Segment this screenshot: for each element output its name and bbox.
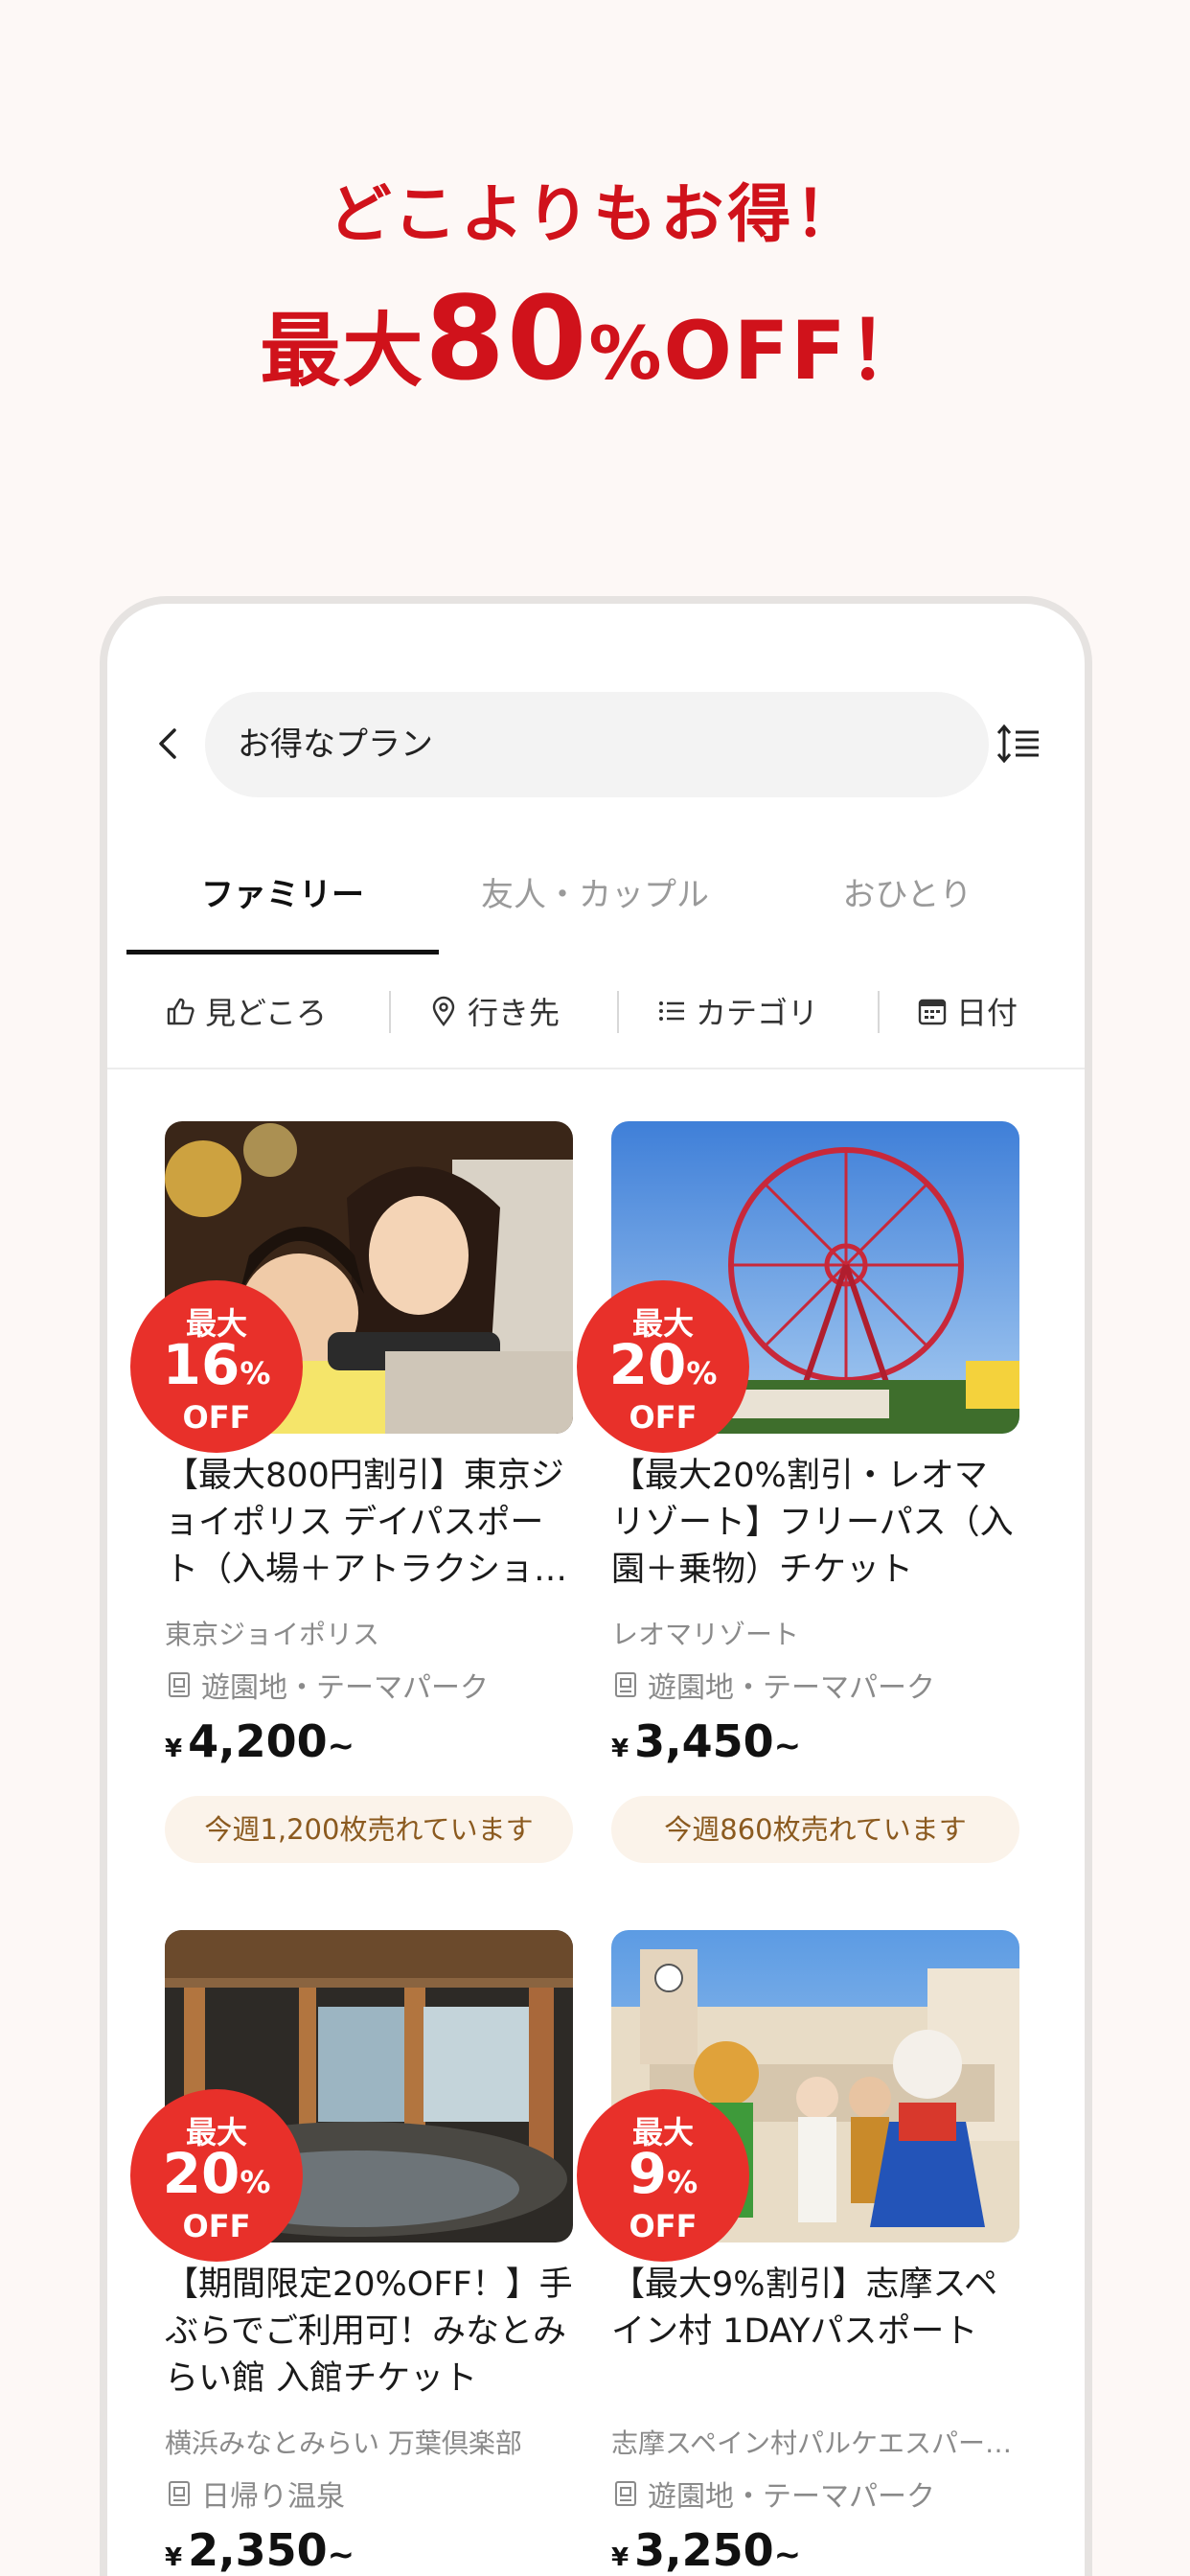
ticket-book-icon — [615, 2481, 636, 2506]
promo-line-1: どこよりもお得！ — [328, 177, 862, 251]
ticket-book-icon — [169, 2481, 190, 2506]
weekly-sales-badge: 今週1,200枚売れています — [165, 1796, 573, 1863]
discount-badge: 最大 20% OFF — [577, 1280, 749, 1453]
product-title[interactable]: 【最大9%割引】志摩スペイン村 1DAYパスポート — [611, 2262, 1019, 2356]
currency-symbol: ¥ — [611, 1735, 629, 1763]
category-label: 遊園地・テーマパーク — [165, 1664, 489, 1706]
badge-off-label: OFF — [629, 1399, 698, 1436]
price-amount: 3,250 — [634, 2524, 774, 2576]
badge-off-label: OFF — [629, 2208, 698, 2244]
badge-number: 16 — [162, 1332, 240, 1397]
category-label: 遊園地・テーマパーク — [611, 2472, 935, 2515]
calendar-icon — [918, 999, 947, 1025]
product-title[interactable]: 【最大20%割引・レオマリゾート】フリーパス（入園＋乗物）チケット — [611, 1453, 1019, 1594]
ticket-book-icon — [169, 1672, 190, 1697]
product-title[interactable]: 【最大800円割引】東京ジョイポリス デイパスポート（入場＋アトラクション） — [165, 1453, 573, 1594]
weekly-sales-badge: 今週860枚売れています — [611, 1796, 1019, 1863]
badge-percent-sign: % — [686, 1355, 718, 1392]
list-icon — [659, 1001, 684, 1021]
back-arrow-icon[interactable] — [148, 723, 190, 765]
badge-percent: 20% — [577, 1334, 749, 1404]
filter-destination[interactable]: 行き先 — [427, 954, 560, 1068]
promo-line-2: 最大80%OFF！ — [0, 278, 1190, 416]
venue-name: 東京ジョイポリス — [165, 1619, 380, 1650]
badge-number: 20 — [162, 2141, 240, 2206]
discount-badge: 最大 16% OFF — [130, 1280, 303, 1453]
filter-destination-label: 行き先 — [468, 995, 561, 1031]
filter-divider — [389, 991, 391, 1033]
badge-percent-sign: % — [240, 2164, 271, 2200]
category-text: 遊園地・テーマパーク — [648, 1671, 935, 1705]
badge-off-label: OFF — [182, 1399, 251, 1436]
search-input[interactable]: お得なプラン — [205, 692, 989, 797]
badge-number: 20 — [608, 1332, 687, 1397]
price: ¥3,250~ — [611, 2524, 801, 2576]
filter-date-label: 日付 — [956, 995, 1018, 1031]
phone-frame: お得なプラン ファミリー 友人・カップル おひとり 見どころ 行き先 カテゴリ … — [100, 596, 1092, 2576]
badge-percent: 9% — [577, 2143, 749, 2213]
badge-percent-sign: % — [240, 1355, 271, 1392]
tab-family[interactable]: ファミリー — [126, 855, 439, 954]
thumbs-up-icon — [167, 998, 195, 1025]
ticket-book-icon — [615, 1672, 636, 1697]
currency-symbol: ¥ — [611, 2543, 629, 2572]
badge-percent-sign: % — [667, 2164, 698, 2200]
filter-highlights[interactable]: 見どころ — [165, 954, 327, 1068]
category-label: 遊園地・テーマパーク — [611, 1664, 935, 1706]
discount-badge: 最大 9% OFF — [577, 2089, 749, 2262]
promo-percent: % — [588, 310, 664, 396]
filter-divider — [878, 991, 880, 1033]
badge-percent: 20% — [130, 2143, 303, 2213]
filter-category[interactable]: カテゴリ — [655, 954, 818, 1068]
price: ¥4,200~ — [165, 1715, 355, 1767]
price-amount: 4,200 — [188, 1715, 328, 1767]
currency-symbol: ¥ — [165, 1735, 183, 1763]
product-title[interactable]: 【期間限定20%OFF！】手ぶらでご利用可！みなとみらい館 入館チケット — [165, 2262, 573, 2403]
promo-prefix: 最大 — [260, 304, 425, 398]
venue-name: 志摩スペイン村パルケエスパーニャ — [611, 2427, 1019, 2459]
price-tilde: ~ — [773, 2536, 802, 2574]
category-label: 日帰り温泉 — [165, 2472, 345, 2515]
filter-date[interactable]: 日付 — [916, 954, 1018, 1068]
badge-off-label: OFF — [182, 2208, 251, 2244]
venue-name: レオマリゾート — [611, 1619, 800, 1650]
sort-icon[interactable] — [995, 721, 1042, 769]
venue-name: 横浜みなとみらい 万葉倶楽部 — [165, 2427, 522, 2459]
filter-category-label: カテゴリ — [696, 995, 819, 1031]
category-text: 日帰り温泉 — [201, 2480, 345, 2514]
price: ¥3,450~ — [611, 1715, 801, 1767]
price-tilde: ~ — [327, 2536, 355, 2574]
price-tilde: ~ — [773, 1727, 802, 1765]
currency-symbol: ¥ — [165, 2543, 183, 2572]
badge-percent: 16% — [130, 1334, 303, 1404]
promo-suffix: OFF！ — [663, 304, 930, 398]
tab-solo[interactable]: おひとり — [751, 855, 1064, 954]
price-tilde: ~ — [327, 1727, 355, 1765]
filter-divider — [617, 991, 619, 1033]
search-bar: お得なプラン — [107, 692, 1085, 797]
filter-bar: 見どころ 行き先 カテゴリ 日付 — [107, 954, 1085, 1070]
location-pin-icon — [432, 996, 455, 1026]
price-amount: 2,350 — [188, 2524, 328, 2576]
category-text: 遊園地・テーマパーク — [648, 2480, 935, 2514]
badge-number: 9 — [628, 2141, 668, 2206]
price: ¥2,350~ — [165, 2524, 355, 2576]
filter-highlights-label: 見どころ — [205, 995, 328, 1031]
audience-tabs: ファミリー 友人・カップル おひとり — [107, 855, 1085, 954]
price-amount: 3,450 — [634, 1715, 774, 1767]
discount-badge: 最大 20% OFF — [130, 2089, 303, 2262]
category-text: 遊園地・テーマパーク — [201, 1671, 489, 1705]
tab-friends-couple[interactable]: 友人・カップル — [439, 855, 751, 954]
promo-number: 80 — [424, 273, 589, 406]
